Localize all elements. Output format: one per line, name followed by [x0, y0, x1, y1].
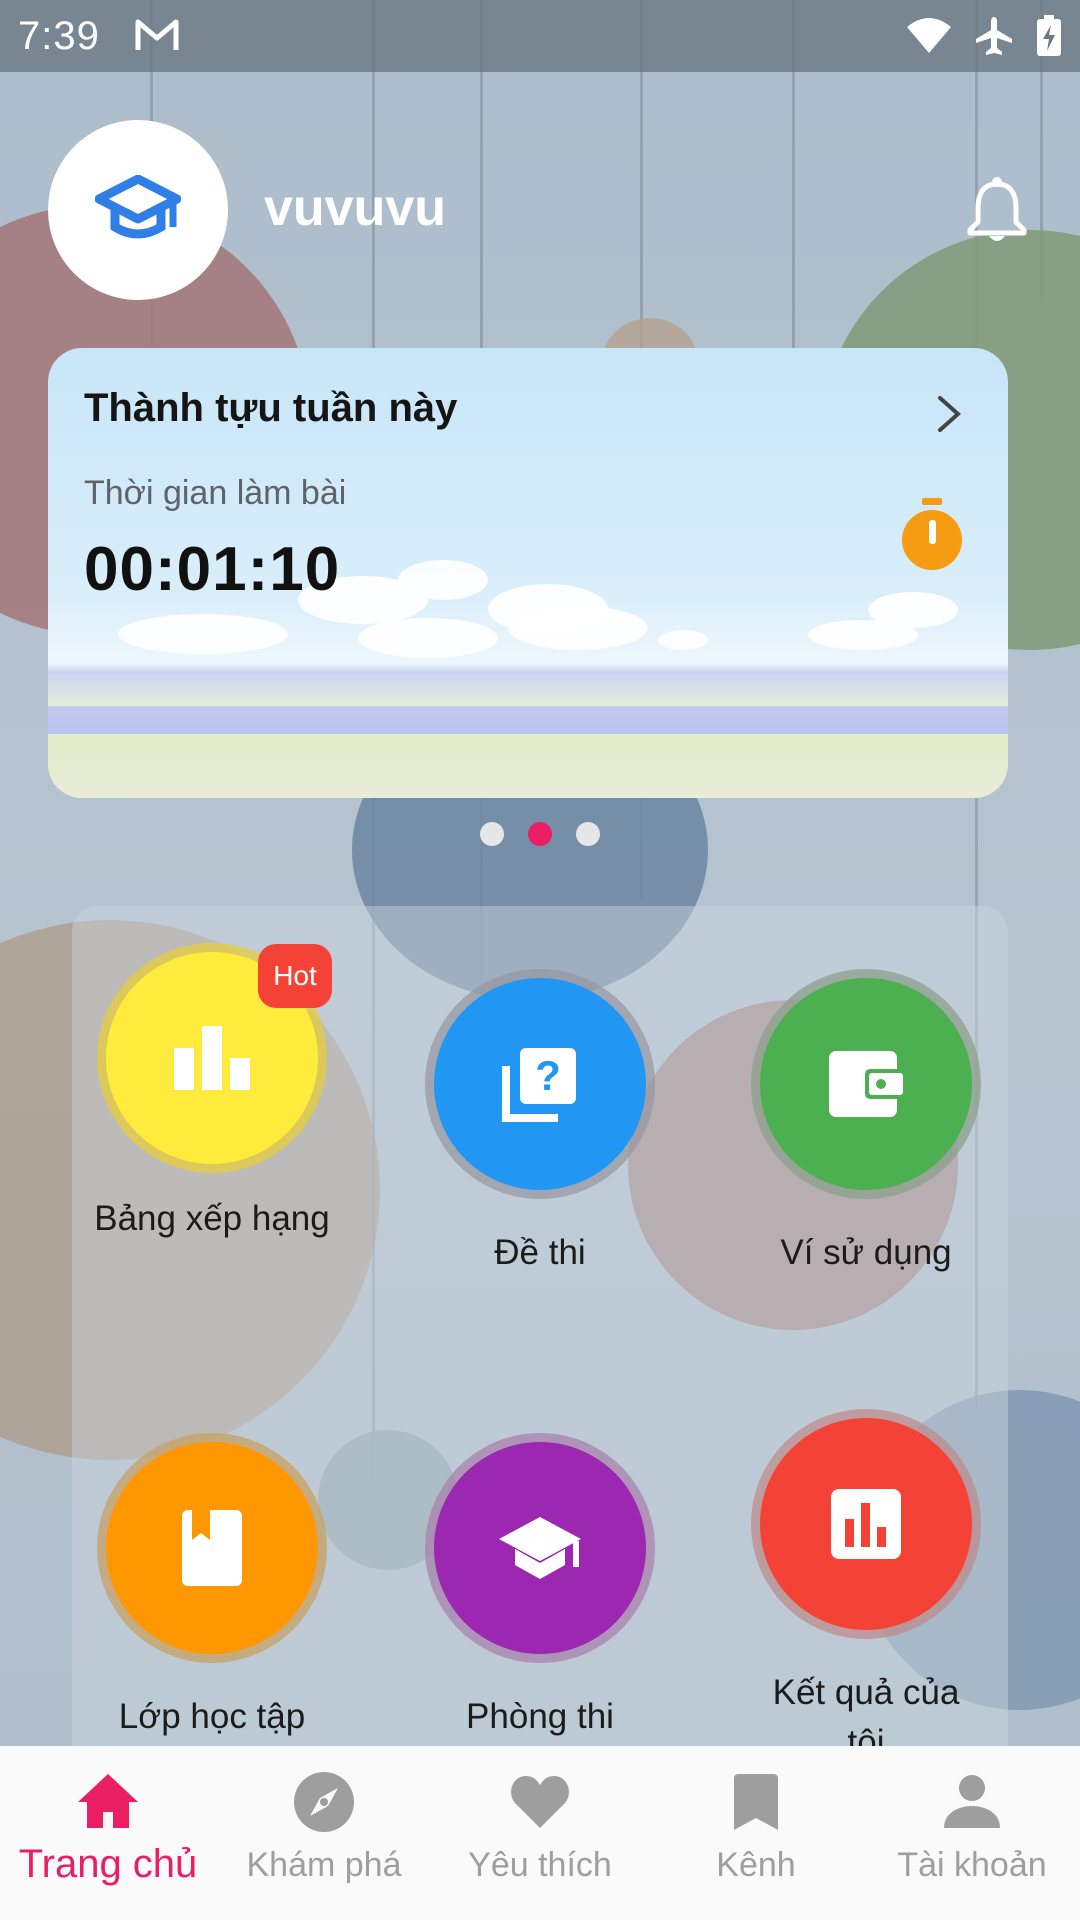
battery-icon [1037, 15, 1061, 56]
stopwatch-icon [902, 498, 962, 570]
hot-badge: Hot [258, 944, 332, 1008]
home-icon [78, 1774, 138, 1828]
carousel-dot-active[interactable] [528, 822, 552, 846]
menu-label: Ví sử dụng [780, 1233, 952, 1272]
menu-item-exams[interactable]: ? Đề thi [380, 978, 700, 1278]
svg-text:?: ? [535, 1052, 561, 1099]
menu-item-leaderboard[interactable]: Hot Bảng xếp hạng [52, 944, 372, 1244]
nav-item-channel[interactable]: Kênh [648, 1746, 864, 1920]
heart-icon [511, 1776, 569, 1828]
nav-item-favorites[interactable]: Yêu thích [432, 1746, 648, 1920]
nav-label: Khám phá [246, 1846, 402, 1884]
nav-label: Tài khoản [897, 1846, 1047, 1884]
bottom-navigation: Trang chủ Khám phá Yêu thích Kênh Tài kh… [0, 1746, 1080, 1920]
status-time: 7:39 [18, 13, 100, 58]
username: vuvuvu [264, 179, 447, 237]
nav-label: Yêu thích [468, 1846, 612, 1884]
nav-item-home[interactable]: Trang chủ [0, 1746, 216, 1920]
gmail-icon [135, 19, 179, 50]
leaderboard-icon [174, 1026, 250, 1090]
nav-item-account[interactable]: Tài khoản [864, 1746, 1080, 1920]
nav-item-explore[interactable]: Khám phá [216, 1746, 432, 1920]
menu-item-exam-room[interactable]: Phòng thi [380, 1442, 700, 1742]
book-icon [182, 1510, 242, 1586]
status-bar: 7:39 [0, 0, 1080, 72]
carousel-indicator [0, 822, 1080, 846]
carousel-dot[interactable] [576, 822, 600, 846]
menu-label: Phòng thi [466, 1697, 614, 1736]
bookmark-icon [734, 1774, 778, 1830]
avatar[interactable] [48, 120, 228, 300]
bar-chart-icon [831, 1489, 901, 1559]
notification-bell-icon[interactable] [966, 176, 1028, 244]
menu-item-wallet[interactable]: Ví sử dụng [706, 978, 1026, 1278]
menu-label: Lớp học tập [118, 1697, 306, 1736]
nav-label: Kênh [716, 1846, 796, 1884]
wallet-icon [829, 1051, 903, 1117]
chevron-right-icon[interactable] [928, 392, 968, 436]
weekly-achievement-card[interactable]: Thành tựu tuần này Thời gian làm bài 00:… [48, 348, 1008, 798]
menu-item-classes[interactable]: Lớp học tập [52, 1442, 372, 1742]
graduation-cap-icon [95, 175, 181, 239]
nav-label: Trang chủ [18, 1842, 198, 1886]
menu-item-my-results[interactable]: Kết quả của tôi [706, 1418, 1026, 1768]
exam-time-label: Thời gian làm bài [84, 474, 347, 512]
carousel-dot[interactable] [480, 822, 504, 846]
card-title: Thành tựu tuần này [84, 386, 458, 430]
airplane-icon [976, 17, 1012, 55]
menu-label: Bảng xếp hạng [94, 1199, 330, 1238]
quiz-icon: ? [502, 1048, 576, 1122]
school-icon [499, 1517, 581, 1579]
wifi-icon [907, 18, 951, 53]
menu-label: Đề thi [494, 1233, 586, 1272]
person-icon [944, 1775, 1000, 1828]
exam-time-value: 00:01:10 [84, 535, 341, 604]
compass-icon [294, 1772, 354, 1832]
